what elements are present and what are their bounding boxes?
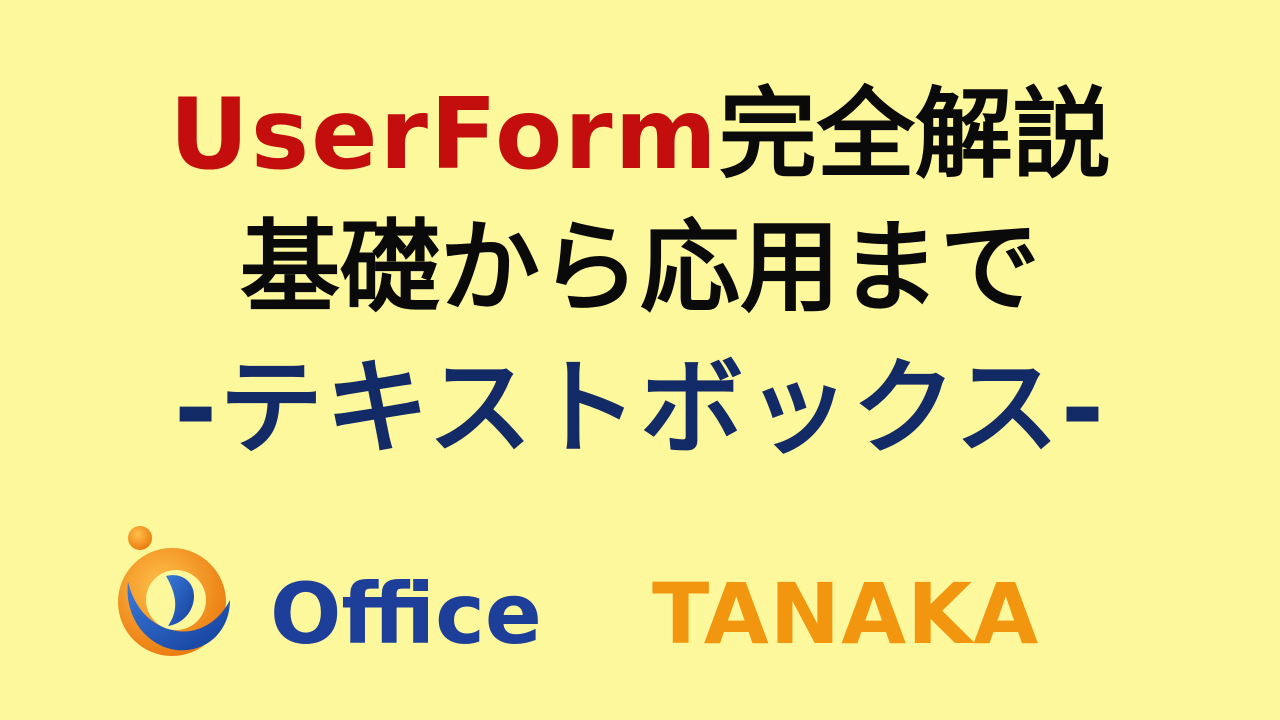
title-complete-guide: 完全解説 — [718, 78, 1111, 192]
brand-logo: Office TANAKA — [100, 520, 1180, 680]
title-line-1: UserForm完全解説 — [0, 86, 1280, 184]
title-line-3: -テキストボックス- — [173, 347, 1107, 469]
brand-tanaka-text: TANAKA — [652, 565, 1040, 663]
brand-office-text: Office — [270, 565, 542, 663]
title-area: UserForm完全解説 基礎から応用まで -テキストボックス- — [0, 0, 1280, 480]
title-line-2: 基礎から応用まで — [240, 209, 1040, 326]
office-tanaka-logo-icon — [118, 526, 230, 656]
title-userform: UserForm — [169, 78, 719, 192]
